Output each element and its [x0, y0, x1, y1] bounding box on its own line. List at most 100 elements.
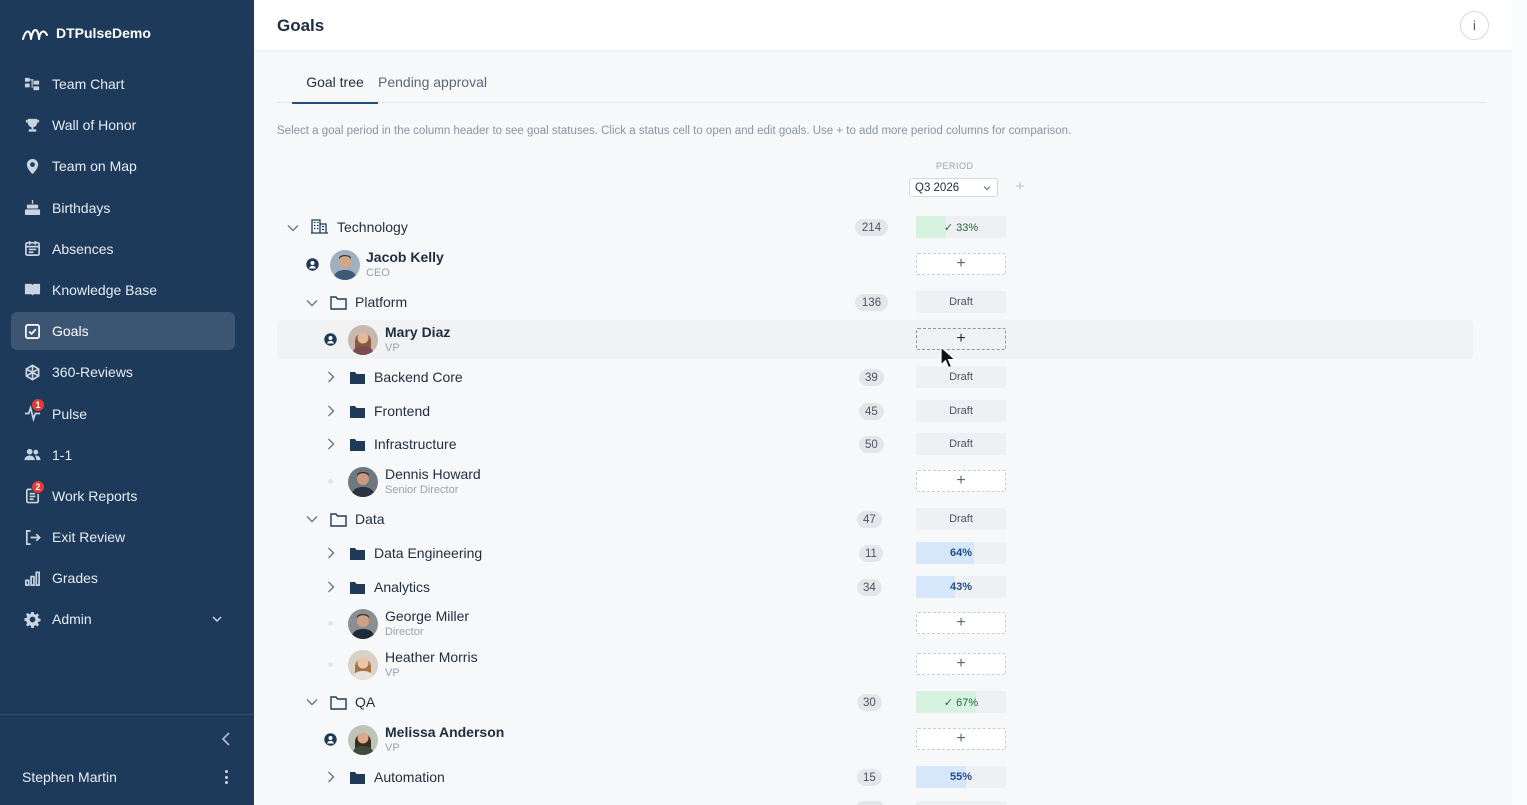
chevron-down-icon[interactable]: [305, 512, 319, 526]
unit-name[interactable]: Data: [355, 511, 385, 527]
sidebar-item-work-reports[interactable]: 2 Work Reports: [11, 477, 235, 515]
goal-status-cell[interactable]: ✓ 67%: [916, 691, 1006, 713]
info-button[interactable]: i: [1460, 11, 1489, 40]
goal-status-cell[interactable]: 55%: [916, 766, 1006, 788]
tree-row-person[interactable]: Heather Morris VP +: [277, 648, 1473, 682]
member-count-badge: 11: [859, 545, 883, 562]
tree-row-data[interactable]: Data 47 Draft: [277, 507, 1473, 531]
person-name[interactable]: Dennis Howard: [385, 466, 481, 482]
tree-row-person[interactable]: Dennis Howard Senior Director +: [277, 465, 1473, 499]
unit-name[interactable]: Analytics: [374, 579, 430, 595]
unit-name[interactable]: QA: [355, 694, 375, 710]
sidebar-item-team-chart[interactable]: Team Chart: [11, 65, 235, 103]
tree-row-frontend[interactable]: Frontend 45 Draft: [277, 399, 1473, 423]
tree-row-person[interactable]: Jacob Kelly CEO +: [277, 248, 1473, 282]
sidebar-item-birthdays[interactable]: Birthdays: [11, 189, 235, 227]
sidebar-item-grades[interactable]: Grades: [11, 559, 235, 597]
sidebar-item-1-1[interactable]: 1-1: [11, 436, 235, 474]
chevron-right-icon[interactable]: [324, 580, 338, 594]
chevron-down-icon[interactable]: [305, 296, 319, 310]
add-goal-button[interactable]: +: [916, 253, 1006, 275]
person-name[interactable]: Jacob Kelly: [366, 249, 444, 265]
sidebar-item-360-reviews[interactable]: 360-Reviews: [11, 353, 235, 391]
unit-name[interactable]: Platform: [355, 294, 407, 310]
chevron-down-icon[interactable]: [286, 221, 300, 235]
chevron-right-icon[interactable]: [324, 370, 338, 384]
goal-status-cell[interactable]: [916, 801, 1006, 805]
sidebar-item-label: Admin: [52, 611, 92, 628]
tab-goal-tree[interactable]: Goal tree: [292, 74, 378, 104]
unit-name[interactable]: Technology: [337, 219, 408, 235]
unit-name[interactable]: Infrastructure: [374, 436, 456, 452]
add-goal-button[interactable]: +: [916, 728, 1006, 750]
member-count-badge: 34: [857, 579, 882, 596]
sidebar-item-exit-review[interactable]: Exit Review: [11, 518, 235, 556]
person-name[interactable]: George Miller: [385, 608, 469, 624]
tree-row-technology[interactable]: Technology 214 ✓ 33%: [277, 215, 1473, 239]
chevron-down-icon[interactable]: [305, 695, 319, 709]
tab-pending-approval[interactable]: Pending approval: [378, 74, 487, 103]
member-count-badge: 45: [859, 403, 884, 420]
goal-status-cell[interactable]: Draft: [916, 291, 1006, 313]
person-name[interactable]: Mary Diaz: [385, 324, 450, 340]
sidebar-item-wall-of-honor[interactable]: Wall of Honor: [11, 106, 235, 144]
tree-row-backend-core[interactable]: Backend Core 39 Draft: [277, 365, 1473, 389]
person-name[interactable]: Heather Morris: [385, 649, 478, 665]
period-select[interactable]: Q3 2026: [909, 178, 998, 197]
add-goal-button[interactable]: +: [916, 328, 1006, 350]
add-goal-button[interactable]: +: [916, 470, 1006, 492]
folder-icon: [350, 548, 365, 560]
sidebar-item-admin[interactable]: Admin: [11, 600, 235, 638]
goal-status-cell[interactable]: Draft: [916, 433, 1006, 455]
sidebar-item-label: Work Reports: [52, 487, 138, 504]
goal-status-cell[interactable]: 43%: [916, 576, 1006, 598]
current-user-name[interactable]: Stephen Martin: [22, 769, 117, 785]
chevron-right-icon[interactable]: [324, 404, 338, 418]
sidebar-item-goals[interactable]: Goals: [11, 312, 235, 351]
person-title: VP: [385, 667, 400, 679]
goal-status-cell[interactable]: Draft: [916, 508, 1006, 530]
person-name[interactable]: Melissa Anderson: [385, 724, 504, 740]
sidebar-item-pulse[interactable]: 1 Pulse: [11, 395, 235, 433]
goal-status-cell[interactable]: Draft: [916, 400, 1006, 422]
brand[interactable]: DTPulseDemo: [22, 22, 151, 44]
unit-name[interactable]: Backend Core: [374, 369, 463, 385]
unit-name[interactable]: Data Engineering: [374, 545, 482, 561]
folder-icon: [350, 372, 365, 384]
status-value: 64%: [949, 547, 973, 559]
tree-row-analytics[interactable]: Analytics 34 43%: [277, 575, 1473, 599]
chevron-right-icon[interactable]: [324, 437, 338, 451]
sidebar-item-label: Team on Map: [52, 158, 137, 175]
tree-row-infrastructure[interactable]: Infrastructure 50 Draft: [277, 432, 1473, 456]
add-goal-button[interactable]: +: [916, 612, 1006, 634]
goal-status-cell[interactable]: Draft: [916, 366, 1006, 388]
map-pin-icon: [23, 157, 41, 175]
trophy-icon: [23, 116, 41, 134]
collapse-sidebar-icon[interactable]: [218, 730, 234, 748]
chevron-right-icon[interactable]: [324, 770, 338, 784]
user-menu-icon[interactable]: [220, 768, 232, 786]
chevron-right-icon[interactable]: [324, 546, 338, 560]
goal-status-cell[interactable]: ✓ 33%: [916, 216, 1006, 238]
tree-row-data-engineering[interactable]: Data Engineering 11 64%: [277, 541, 1473, 565]
tree-row-person[interactable]: Melissa Anderson VP +: [277, 723, 1473, 757]
sidebar-item-team-on-map[interactable]: Team on Map: [11, 147, 235, 185]
tree-row-person[interactable]: Mary Diaz VP +: [277, 320, 1473, 359]
tree-row-person[interactable]: George Miller Director +: [277, 607, 1473, 641]
avatar: [348, 609, 378, 639]
unit-name[interactable]: Frontend: [374, 403, 430, 419]
goal-status-cell[interactable]: 64%: [916, 542, 1006, 564]
sidebar-item-absences[interactable]: Absences: [11, 230, 235, 268]
sidebar-item-knowledge-base[interactable]: Knowledge Base: [11, 271, 235, 309]
avatar: [348, 725, 378, 755]
avatar: [348, 467, 378, 497]
people-icon: [23, 446, 41, 464]
tree-row-automation[interactable]: Automation 15 55%: [277, 765, 1473, 789]
add-period-column-button[interactable]: +: [1013, 179, 1027, 195]
unit-name[interactable]: Automation: [374, 769, 445, 785]
scrollbar[interactable]: [1512, 0, 1527, 805]
tree-row-qa[interactable]: QA 30 ✓ 67%: [277, 690, 1473, 714]
tree-row-platform[interactable]: Platform 136 Draft: [277, 290, 1473, 314]
member-count-badge: 39: [859, 369, 884, 386]
add-goal-button[interactable]: +: [916, 653, 1006, 675]
